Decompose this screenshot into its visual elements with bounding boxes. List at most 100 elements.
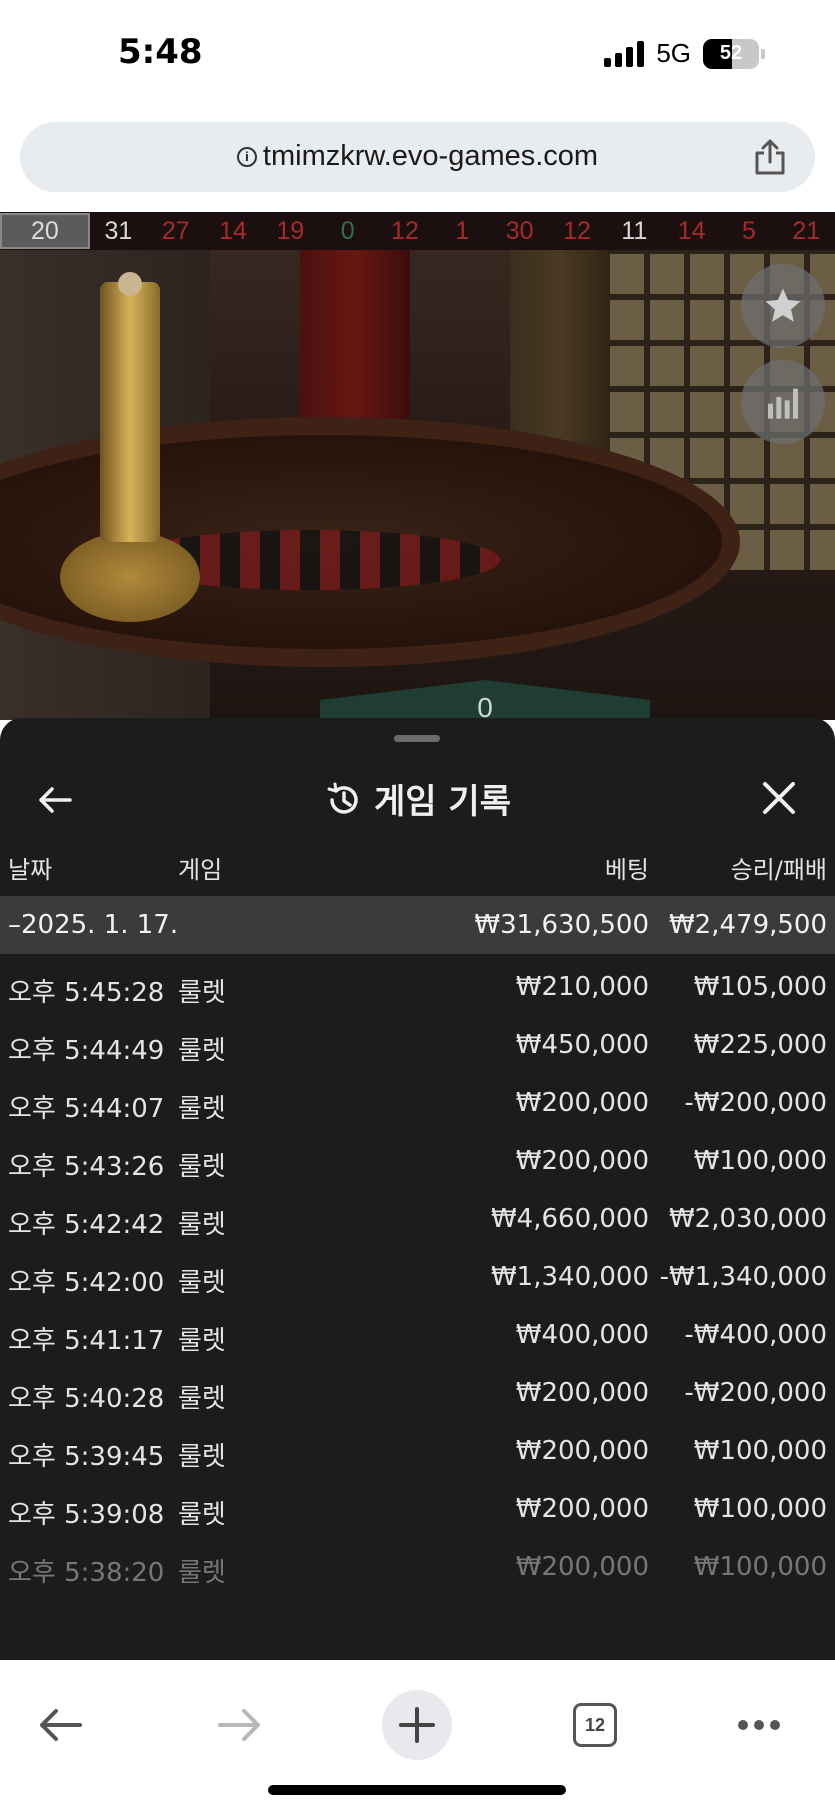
recent-result-number: 12 [563,216,591,245]
history-game: 룰렛 [178,1558,226,1588]
history-bet: ₩400,000 [515,1320,649,1350]
history-game: 룰렛 [178,1384,226,1414]
history-game: 룰렛 [178,1500,226,1530]
tabs-button[interactable]: 12 [560,1690,630,1760]
more-menu-button[interactable] [724,1690,794,1760]
recent-result-number: 0 [340,216,355,245]
browser-toolbar: 12 [0,1660,835,1810]
recent-result-number: 19 [276,216,305,245]
browser-forward-button[interactable] [204,1690,274,1760]
history-row[interactable]: 오후 5:45:28 룰렛 ₩210,000 ₩105,000 [0,958,835,1016]
status-time: 5:48 [118,32,203,72]
sheet-grabber[interactable] [394,735,440,742]
history-row[interactable]: 오후 5:44:49 룰렛 ₩450,000 ₩225,000 [0,1016,835,1074]
recent-results-strip: 20 31 27 14 19 0 12 1 30 12 11 14 5 21 [0,212,835,250]
recent-result-number: 11 [621,216,648,245]
history-result: ₩100,000 [693,1552,827,1582]
history-game: 룰렛 [178,1326,226,1356]
zero-label: 0 [477,692,493,720]
bar-chart-icon [768,388,798,419]
recent-result-number: 1 [455,216,470,245]
date-group-result-total: ₩2,479,500 [668,910,827,940]
history-bet: ₩450,000 [515,1030,649,1060]
history-bet: ₩200,000 [515,1378,649,1408]
history-list: 오후 5:45:28 룰렛 ₩210,000 ₩105,000 오후 5:44:49 룰렛… [0,958,835,1596]
history-bet: ₩200,000 [515,1088,649,1118]
history-row[interactable]: 오후 5:38:20 룰렛 ₩200,000 ₩100,000 [0,1538,835,1596]
zero-bet-spot: 0 [320,680,650,720]
star-icon [765,288,801,322]
history-game: 룰렛 [178,978,226,1008]
history-row[interactable]: 오후 5:43:26 룰렛 ₩200,000 ₩100,000 [0,1132,835,1190]
history-row[interactable]: 오후 5:41:17 룰렛 ₩400,000 -₩400,000 [0,1306,835,1364]
history-row[interactable]: 오후 5:44:07 룰렛 ₩200,000 -₩200,000 [0,1074,835,1132]
network-type: 5G [656,38,691,68]
browser-back-button[interactable] [26,1690,96,1760]
battery-level: 52 [719,42,743,64]
history-time: 오후 5:41:17 [8,1326,165,1356]
history-result: ₩2,030,000 [668,1204,827,1234]
recent-result-number: 5 [742,216,756,245]
history-result: ₩100,000 [693,1494,827,1524]
history-result: -₩200,000 [684,1088,827,1118]
history-time: 오후 5:42:42 [8,1210,165,1240]
history-time: 오후 5:44:49 [8,1036,165,1066]
history-time: 오후 5:43:26 [8,1152,165,1182]
column-result[interactable]: 승리/패배 [731,850,827,885]
history-bet: ₩1,340,000 [490,1262,649,1292]
recent-result-number: 12 [391,216,419,245]
table-header: 날짜 게임 베팅 승리/패배 [0,846,835,886]
recent-result-number: 31 [104,216,133,245]
recent-result-number: 20 [0,213,90,249]
history-result: -₩200,000 [684,1378,827,1408]
recent-result-number: 27 [161,216,190,245]
close-icon[interactable] [761,780,797,816]
history-row[interactable]: 오후 5:42:42 룰렛 ₩4,660,000 ₩2,030,000 [0,1190,835,1248]
favorite-button[interactable] [741,264,825,348]
column-game[interactable]: 게임 [178,850,222,885]
more-icon [738,1720,780,1730]
history-time: 오후 5:39:45 [8,1442,165,1472]
history-game: 룰렛 [178,1036,226,1066]
signal-icon [604,40,645,67]
history-game: 룰렛 [178,1442,226,1472]
statistics-button[interactable] [741,360,825,444]
history-time: 오후 5:42:00 [8,1268,165,1298]
column-date[interactable]: 날짜 [8,850,52,885]
sheet-title: 게임 기록 [374,782,511,822]
history-bet: ₩200,000 [515,1552,649,1582]
history-time: 오후 5:38:20 [8,1558,165,1588]
date-group-label: –2025. 1. 17. [8,910,179,940]
back-arrow-icon [40,1709,82,1741]
history-game: 룰렛 [178,1152,226,1182]
history-result: ₩100,000 [693,1146,827,1176]
date-group-row[interactable]: –2025. 1. 17. ₩31,630,500 ₩2,479,500 [0,896,835,954]
history-bet: ₩210,000 [515,972,649,1002]
status-indicators: 5G 52 [604,38,765,69]
history-bet: ₩200,000 [515,1146,649,1176]
recent-result-number: 14 [219,216,247,245]
url-text[interactable]: tmimzkrw.evo-games.com [263,140,598,172]
history-time: 오후 5:39:08 [8,1500,165,1530]
history-time: 오후 5:44:07 [8,1094,165,1124]
sheet-header: 게임 기록 [0,758,835,838]
share-icon[interactable] [753,138,787,176]
recent-result-number: 30 [505,216,534,245]
history-row[interactable]: 오후 5:42:00 룰렛 ₩1,340,000 -₩1,340,000 [0,1248,835,1306]
history-row[interactable]: 오후 5:39:45 룰렛 ₩200,000 ₩100,000 [0,1422,835,1480]
plus-icon [399,1707,435,1743]
info-icon[interactable]: i [236,147,257,167]
history-game: 룰렛 [178,1210,226,1240]
history-game: 룰렛 [178,1094,226,1124]
address-bar[interactable]: i tmimzkrw.evo-games.com [20,122,815,192]
game-history-sheet: 게임 기록 날짜 게임 베팅 승리/패배 –2025. 1. 17. ₩31,6… [0,718,835,1660]
forward-arrow-icon [218,1709,260,1741]
history-bet: ₩4,660,000 [490,1204,649,1234]
tab-count: 12 [573,1703,617,1747]
history-row[interactable]: 오후 5:39:08 룰렛 ₩200,000 ₩100,000 [0,1480,835,1538]
history-row[interactable]: 오후 5:40:28 룰렛 ₩200,000 -₩200,000 [0,1364,835,1422]
column-bet[interactable]: 베팅 [605,850,649,885]
history-icon [327,782,358,814]
recent-result-number: 14 [677,216,706,245]
new-tab-button[interactable] [382,1690,452,1760]
